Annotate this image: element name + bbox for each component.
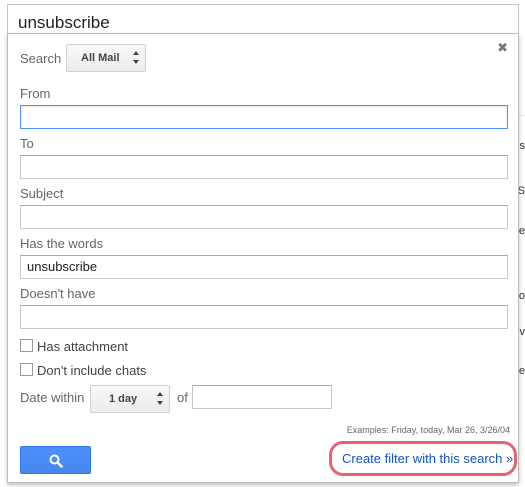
background-text: o	[518, 290, 525, 302]
subject-label: Subject	[20, 186, 64, 201]
advanced-search-panel: ✖ Search All Mail From To Subject Has th…	[7, 33, 519, 483]
from-field[interactable]	[20, 105, 508, 129]
search-scope-value: All Mail	[81, 52, 120, 64]
search-scope-select[interactable]: All Mail	[66, 44, 146, 72]
subject-field[interactable]	[20, 205, 508, 229]
background-text: e	[518, 365, 525, 377]
has-words-field[interactable]: unsubscribe	[20, 255, 508, 279]
close-icon[interactable]: ✖	[497, 40, 508, 56]
date-range-select[interactable]: 1 day	[90, 385, 170, 413]
from-label: From	[20, 86, 51, 101]
date-examples: Examples: Friday, today, Mar 26, 3/26/04	[346, 425, 510, 435]
date-range-value: 1 day	[109, 393, 138, 405]
search-bar[interactable]: unsubscribe	[7, 4, 519, 34]
background-text: e	[518, 225, 525, 237]
create-filter-link[interactable]: Create filter with this search »	[342, 451, 513, 466]
create-filter-highlight: Create filter with this search »	[329, 441, 517, 476]
doesnt-have-field[interactable]	[20, 305, 508, 329]
date-within-label: Date within	[20, 390, 85, 405]
has-attachment-option[interactable]: Has attachment	[20, 339, 128, 354]
search-query[interactable]: unsubscribe	[18, 13, 110, 33]
has-words-label: Has the words	[20, 236, 104, 251]
doesnt-have-label: Doesn't have	[20, 286, 96, 301]
no-chats-option[interactable]: Don't include chats	[20, 363, 146, 378]
search-button[interactable]	[20, 446, 91, 474]
search-icon	[49, 454, 63, 468]
select-arrows-icon	[157, 392, 163, 406]
date-input[interactable]	[192, 385, 332, 409]
no-chats-checkbox[interactable]	[20, 363, 33, 376]
select-arrows-icon	[133, 51, 139, 65]
has-attachment-label: Has attachment	[37, 339, 129, 354]
to-field[interactable]	[20, 155, 508, 179]
search-scope-label: Search	[20, 51, 62, 66]
background-text: s	[519, 140, 525, 152]
background-text: v	[519, 326, 525, 338]
of-label: of	[177, 390, 188, 405]
has-attachment-checkbox[interactable]	[20, 339, 33, 352]
no-chats-label: Don't include chats	[37, 363, 147, 378]
to-label: To	[20, 136, 34, 151]
